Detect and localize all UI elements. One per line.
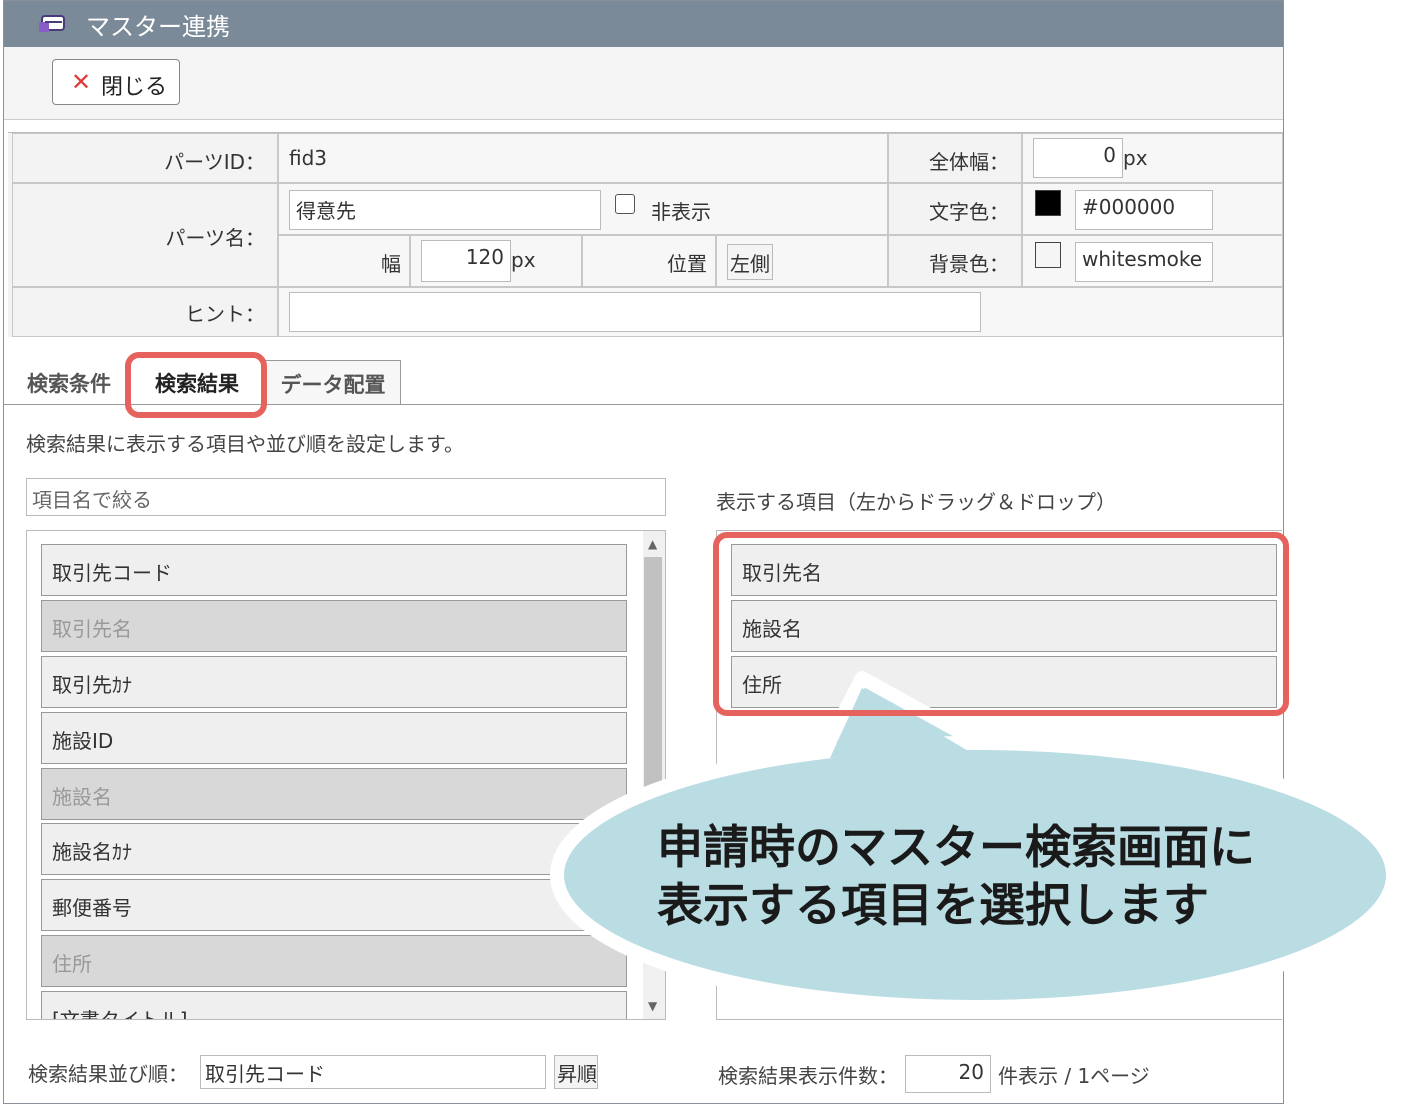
callout-text: 申請時のマスター検索画面に 表示する項目を選択します: [657, 820, 1255, 932]
display-items-highlight-frame: [713, 532, 1289, 716]
